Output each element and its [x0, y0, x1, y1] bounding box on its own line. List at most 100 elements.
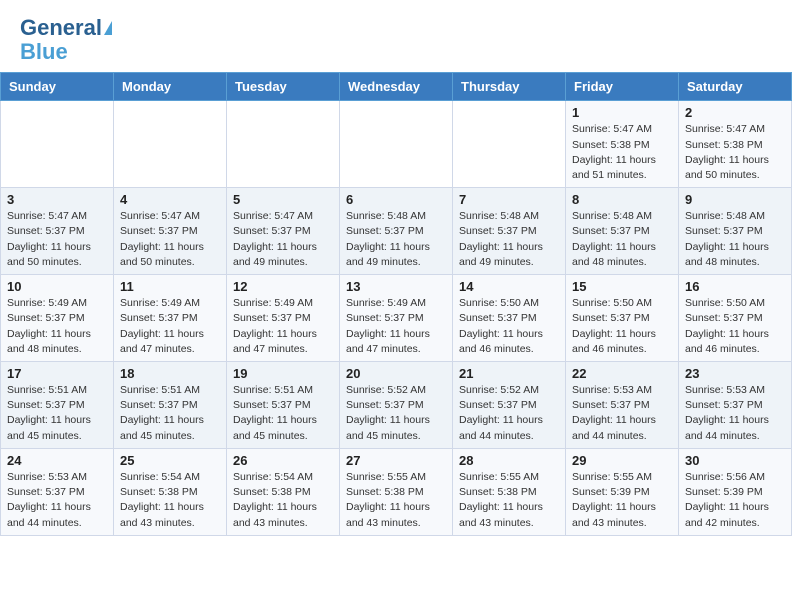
calendar-cell: 13 Sunrise: 5:49 AM Sunset: 5:37 PM Dayli… — [340, 275, 453, 362]
day-number: 5 — [233, 192, 333, 207]
day-info: Sunrise: 5:49 AM Sunset: 5:37 PM Dayligh… — [346, 296, 446, 357]
day-info: Sunrise: 5:55 AM Sunset: 5:38 PM Dayligh… — [459, 470, 559, 531]
calendar-cell — [227, 101, 340, 188]
day-number: 17 — [7, 366, 107, 381]
day-info: Sunrise: 5:52 AM Sunset: 5:37 PM Dayligh… — [346, 383, 446, 444]
day-info: Sunrise: 5:55 AM Sunset: 5:39 PM Dayligh… — [572, 470, 672, 531]
logo-general: General — [20, 16, 102, 40]
calendar-cell: 7 Sunrise: 5:48 AM Sunset: 5:37 PM Daylig… — [453, 188, 566, 275]
calendar-cell: 16 Sunrise: 5:50 AM Sunset: 5:37 PM Dayli… — [679, 275, 792, 362]
calendar-cell: 14 Sunrise: 5:50 AM Sunset: 5:37 PM Dayli… — [453, 275, 566, 362]
day-number: 22 — [572, 366, 672, 381]
day-number: 7 — [459, 192, 559, 207]
calendar-cell: 15 Sunrise: 5:50 AM Sunset: 5:37 PM Dayli… — [566, 275, 679, 362]
weekday-header-sunday: Sunday — [1, 73, 114, 101]
calendar-cell — [1, 101, 114, 188]
day-info: Sunrise: 5:53 AM Sunset: 5:37 PM Dayligh… — [685, 383, 785, 444]
day-number: 28 — [459, 453, 559, 468]
day-number: 2 — [685, 105, 785, 120]
day-info: Sunrise: 5:47 AM Sunset: 5:37 PM Dayligh… — [120, 209, 220, 270]
day-number: 3 — [7, 192, 107, 207]
day-info: Sunrise: 5:49 AM Sunset: 5:37 PM Dayligh… — [233, 296, 333, 357]
day-number: 4 — [120, 192, 220, 207]
day-info: Sunrise: 5:47 AM Sunset: 5:37 PM Dayligh… — [7, 209, 107, 270]
calendar-cell: 20 Sunrise: 5:52 AM Sunset: 5:37 PM Dayli… — [340, 362, 453, 449]
calendar-cell: 11Sunrise: 5:49 AM Sunset: 5:37 PM Dayli… — [114, 275, 227, 362]
day-info: Sunrise: 5:54 AM Sunset: 5:38 PM Dayligh… — [233, 470, 333, 531]
calendar-cell: 17 Sunrise: 5:51 AM Sunset: 5:37 PM Dayli… — [1, 362, 114, 449]
calendar-cell: 4 Sunrise: 5:47 AM Sunset: 5:37 PM Daylig… — [114, 188, 227, 275]
day-number: 27 — [346, 453, 446, 468]
day-number: 12 — [233, 279, 333, 294]
day-info: Sunrise: 5:47 AM Sunset: 5:38 PM Dayligh… — [572, 122, 672, 183]
calendar-week-row: 17 Sunrise: 5:51 AM Sunset: 5:37 PM Dayli… — [1, 362, 792, 449]
calendar-table: SundayMondayTuesdayWednesdayThursdayFrid… — [0, 72, 792, 535]
calendar-cell: 3 Sunrise: 5:47 AM Sunset: 5:37 PM Daylig… — [1, 188, 114, 275]
day-info: Sunrise: 5:50 AM Sunset: 5:37 PM Dayligh… — [459, 296, 559, 357]
day-number: 13 — [346, 279, 446, 294]
day-number: 14 — [459, 279, 559, 294]
calendar-cell: 28 Sunrise: 5:55 AM Sunset: 5:38 PM Dayli… — [453, 448, 566, 535]
calendar-cell: 21 Sunrise: 5:52 AM Sunset: 5:37 PM Dayli… — [453, 362, 566, 449]
logo: General Blue — [20, 16, 112, 64]
day-number: 10 — [7, 279, 107, 294]
day-number: 8 — [572, 192, 672, 207]
calendar-cell — [340, 101, 453, 188]
weekday-header-wednesday: Wednesday — [340, 73, 453, 101]
weekday-header-friday: Friday — [566, 73, 679, 101]
calendar-cell: 9Sunrise: 5:48 AM Sunset: 5:37 PM Daylig… — [679, 188, 792, 275]
calendar-header-row: SundayMondayTuesdayWednesdayThursdayFrid… — [1, 73, 792, 101]
calendar-cell: 27Sunrise: 5:55 AM Sunset: 5:38 PM Dayli… — [340, 448, 453, 535]
day-info: Sunrise: 5:52 AM Sunset: 5:37 PM Dayligh… — [459, 383, 559, 444]
day-info: Sunrise: 5:53 AM Sunset: 5:37 PM Dayligh… — [7, 470, 107, 531]
day-info: Sunrise: 5:50 AM Sunset: 5:37 PM Dayligh… — [572, 296, 672, 357]
day-info: Sunrise: 5:49 AM Sunset: 5:37 PM Dayligh… — [120, 296, 220, 357]
calendar-cell: 6 Sunrise: 5:48 AM Sunset: 5:37 PM Daylig… — [340, 188, 453, 275]
calendar-cell: 23 Sunrise: 5:53 AM Sunset: 5:37 PM Dayli… — [679, 362, 792, 449]
weekday-header-saturday: Saturday — [679, 73, 792, 101]
day-number: 16 — [685, 279, 785, 294]
calendar-cell: 24 Sunrise: 5:53 AM Sunset: 5:37 PM Dayli… — [1, 448, 114, 535]
calendar-cell: 22 Sunrise: 5:53 AM Sunset: 5:37 PM Dayli… — [566, 362, 679, 449]
day-info: Sunrise: 5:48 AM Sunset: 5:37 PM Dayligh… — [346, 209, 446, 270]
calendar-cell: 26 Sunrise: 5:54 AM Sunset: 5:38 PM Dayli… — [227, 448, 340, 535]
calendar-week-row: 10 Sunrise: 5:49 AM Sunset: 5:37 PM Dayli… — [1, 275, 792, 362]
day-info: Sunrise: 5:48 AM Sunset: 5:37 PM Dayligh… — [459, 209, 559, 270]
calendar-cell — [114, 101, 227, 188]
day-number: 20 — [346, 366, 446, 381]
day-info: Sunrise: 5:51 AM Sunset: 5:37 PM Dayligh… — [233, 383, 333, 444]
logo-triangle-icon — [104, 21, 112, 35]
day-number: 25 — [120, 453, 220, 468]
day-info: Sunrise: 5:48 AM Sunset: 5:37 PM Dayligh… — [572, 209, 672, 270]
calendar-cell: 5Sunrise: 5:47 AM Sunset: 5:37 PM Daylig… — [227, 188, 340, 275]
day-number: 18 — [120, 366, 220, 381]
calendar-cell: 29Sunrise: 5:55 AM Sunset: 5:39 PM Dayli… — [566, 448, 679, 535]
calendar-cell: 2Sunrise: 5:47 AM Sunset: 5:38 PM Daylig… — [679, 101, 792, 188]
day-info: Sunrise: 5:51 AM Sunset: 5:37 PM Dayligh… — [120, 383, 220, 444]
weekday-header-tuesday: Tuesday — [227, 73, 340, 101]
day-info: Sunrise: 5:50 AM Sunset: 5:37 PM Dayligh… — [685, 296, 785, 357]
day-info: Sunrise: 5:53 AM Sunset: 5:37 PM Dayligh… — [572, 383, 672, 444]
day-info: Sunrise: 5:51 AM Sunset: 5:37 PM Dayligh… — [7, 383, 107, 444]
calendar-week-row: 3 Sunrise: 5:47 AM Sunset: 5:37 PM Daylig… — [1, 188, 792, 275]
calendar-cell: 8 Sunrise: 5:48 AM Sunset: 5:37 PM Daylig… — [566, 188, 679, 275]
day-number: 6 — [346, 192, 446, 207]
calendar-cell: 1 Sunrise: 5:47 AM Sunset: 5:38 PM Daylig… — [566, 101, 679, 188]
weekday-header-thursday: Thursday — [453, 73, 566, 101]
calendar-cell: 18 Sunrise: 5:51 AM Sunset: 5:37 PM Dayli… — [114, 362, 227, 449]
day-number: 21 — [459, 366, 559, 381]
day-number: 23 — [685, 366, 785, 381]
day-number: 1 — [572, 105, 672, 120]
calendar-cell: 12 Sunrise: 5:49 AM Sunset: 5:37 PM Dayli… — [227, 275, 340, 362]
day-number: 15 — [572, 279, 672, 294]
day-number: 30 — [685, 453, 785, 468]
calendar-cell — [453, 101, 566, 188]
calendar-cell: 10Sunrise: 5:49 AM Sunset: 5:37 PM Dayli… — [1, 275, 114, 362]
weekday-header-monday: Monday — [114, 73, 227, 101]
calendar-cell: 19Sunrise: 5:51 AM Sunset: 5:37 PM Dayli… — [227, 362, 340, 449]
day-number: 9 — [685, 192, 785, 207]
day-info: Sunrise: 5:54 AM Sunset: 5:38 PM Dayligh… — [120, 470, 220, 531]
day-number: 24 — [7, 453, 107, 468]
day-number: 26 — [233, 453, 333, 468]
day-info: Sunrise: 5:56 AM Sunset: 5:39 PM Dayligh… — [685, 470, 785, 531]
